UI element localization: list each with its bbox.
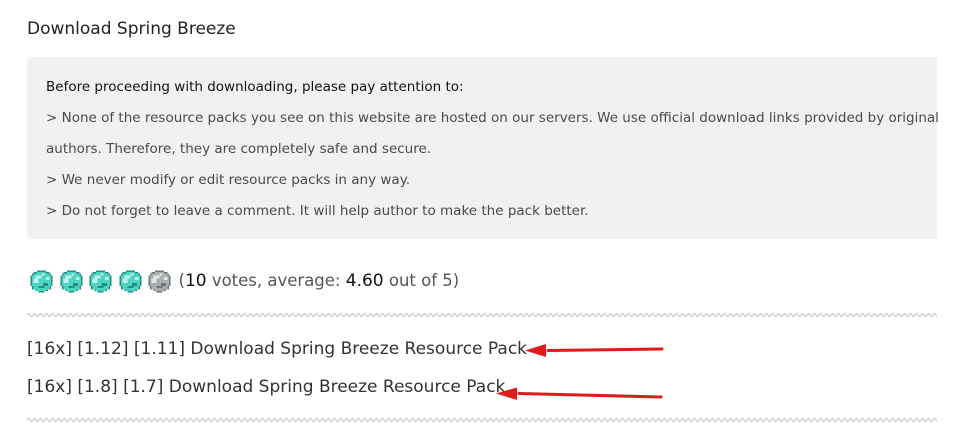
download-link-1-8[interactable]: [16x] [1.8] [1.7] Download Spring Breeze… bbox=[27, 377, 505, 397]
section-title: Download Spring Breeze bbox=[27, 19, 236, 39]
wavy-divider-top bbox=[27, 312, 937, 318]
rating-widget: (10 votes, average: 4.60 out of 5) bbox=[29, 266, 459, 296]
diamond-gem-icon[interactable] bbox=[118, 269, 143, 294]
notice-box: Before proceeding with downloading, plea… bbox=[27, 57, 939, 239]
red-arrow-icon bbox=[496, 387, 663, 400]
rating-gems bbox=[29, 269, 177, 294]
rating-votes-label: votes, average: bbox=[206, 271, 346, 290]
diamond-gem-icon[interactable] bbox=[59, 269, 84, 294]
wavy-divider-bottom bbox=[27, 417, 937, 423]
diamond-gem-empty-icon[interactable] bbox=[147, 269, 172, 294]
rating-out-of: out of 5) bbox=[383, 271, 460, 290]
notice-line: > None of the resource packs you see on … bbox=[46, 110, 939, 126]
notice-line: authors. Therefore, they are completely … bbox=[46, 141, 432, 157]
rating-average: 4.60 bbox=[345, 271, 384, 291]
diamond-gem-icon[interactable] bbox=[88, 269, 113, 294]
download-link-1-12[interactable]: [16x] [1.12] [1.11] Download Spring Bree… bbox=[27, 339, 527, 359]
diamond-gem-icon[interactable] bbox=[29, 269, 54, 294]
rating-votes: 10 bbox=[184, 271, 207, 291]
red-arrow-icon bbox=[525, 344, 664, 357]
rating-text: (10 votes, average: 4.60 out of 5) bbox=[179, 271, 460, 291]
notice-line: > Do not forget to leave a comment. It w… bbox=[46, 203, 589, 219]
notice-heading: Before proceeding with downloading, plea… bbox=[46, 79, 464, 95]
notice-line: > We never modify or edit resource packs… bbox=[46, 172, 411, 188]
